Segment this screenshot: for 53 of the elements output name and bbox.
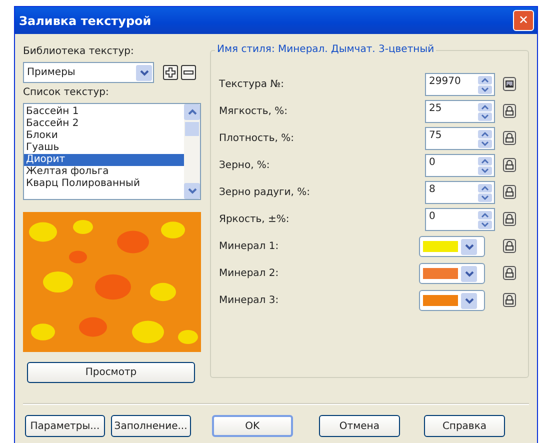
spinner-icon[interactable] bbox=[478, 210, 492, 228]
list-item[interactable]: Бассейн 2 bbox=[24, 118, 184, 130]
color-picker[interactable] bbox=[419, 290, 485, 311]
lock-icon[interactable] bbox=[503, 266, 518, 282]
field-label: Зерно радуги, %: bbox=[219, 187, 312, 198]
lock-icon[interactable] bbox=[503, 184, 518, 200]
dialog-button[interactable]: Отмена bbox=[318, 415, 400, 437]
color-picker[interactable] bbox=[419, 236, 485, 257]
spinner-icon[interactable] bbox=[478, 156, 492, 174]
dialog-button[interactable]: Справка bbox=[424, 415, 505, 437]
lock-icon[interactable] bbox=[503, 292, 518, 308]
preview-button[interactable]: Просмотр bbox=[27, 362, 195, 383]
ok-button[interactable]: OK bbox=[212, 415, 293, 437]
spinner-icon[interactable] bbox=[478, 76, 492, 94]
close-button[interactable]: ✕ bbox=[513, 10, 534, 31]
window-title: Заливка текстурой bbox=[19, 14, 152, 28]
image-icon[interactable] bbox=[503, 76, 518, 92]
lock-icon[interactable] bbox=[503, 130, 518, 146]
library-label: Библиотека текстур: bbox=[23, 46, 135, 57]
add-button[interactable] bbox=[163, 65, 178, 80]
texture-list-label: Список текстур: bbox=[23, 87, 110, 98]
color-picker[interactable] bbox=[419, 263, 485, 284]
list-item[interactable]: Кварц Полированный bbox=[24, 178, 184, 190]
list-item[interactable]: Гуашь bbox=[24, 142, 184, 154]
scroll-thumb[interactable] bbox=[185, 122, 199, 136]
field-label: Мягкость, %: bbox=[219, 106, 289, 117]
lock-icon[interactable] bbox=[503, 158, 518, 174]
dialog-button[interactable]: Заполнение... bbox=[110, 415, 191, 437]
field-label: Яркость, ±%: bbox=[219, 214, 290, 225]
list-item[interactable]: Желтая фольга bbox=[24, 166, 184, 178]
lock-icon[interactable] bbox=[503, 238, 518, 254]
field-label: Минерал 1: bbox=[219, 241, 280, 252]
lock-icon[interactable] bbox=[503, 104, 518, 120]
spinner-icon[interactable] bbox=[478, 184, 492, 202]
scroll-up-icon[interactable] bbox=[184, 104, 200, 120]
list-item[interactable]: Бассейн 1 bbox=[24, 106, 184, 118]
library-dropdown[interactable]: Примеры bbox=[23, 62, 154, 83]
spinner-icon[interactable] bbox=[478, 102, 492, 120]
field-label: Плотность, %: bbox=[219, 133, 295, 144]
scroll-down-icon[interactable] bbox=[184, 183, 200, 199]
list-item[interactable]: Блоки bbox=[24, 130, 184, 142]
remove-button[interactable] bbox=[181, 65, 196, 80]
style-name-label: Имя стиля: Минерал. Дымчат. 3-цветный bbox=[215, 44, 436, 55]
lock-icon[interactable] bbox=[503, 212, 518, 228]
field-label: Текстура №: bbox=[219, 79, 285, 90]
scrollbar[interactable] bbox=[184, 104, 200, 199]
field-label: Минерал 2: bbox=[219, 268, 280, 279]
spinner-icon[interactable] bbox=[478, 130, 492, 148]
list-item[interactable]: Диорит bbox=[24, 154, 184, 166]
plus-icon bbox=[165, 67, 176, 78]
field-label: Зерно, %: bbox=[219, 160, 271, 171]
field-label: Минерал 3: bbox=[219, 295, 280, 306]
dialog-button[interactable]: Параметры... bbox=[25, 415, 105, 437]
